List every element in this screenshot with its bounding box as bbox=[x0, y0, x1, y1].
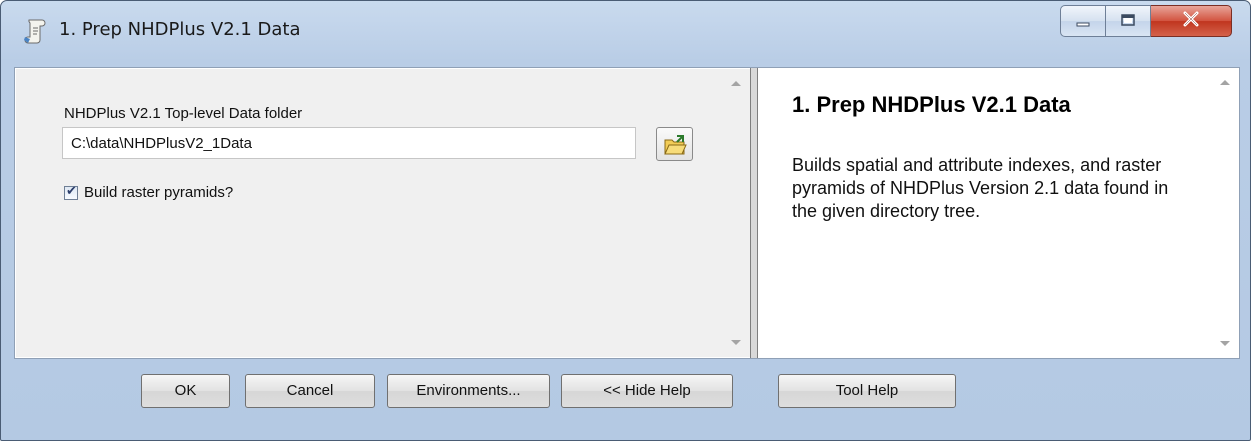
help-title: 1. Prep NHDPlus V2.1 Data bbox=[792, 92, 1071, 117]
dialog-content: NHDPlus V2.1 Top-level Data folder ✔ Bui… bbox=[14, 67, 1240, 359]
close-icon bbox=[1182, 11, 1200, 31]
button-bar: OK Cancel Environments... << Hide Help T… bbox=[1, 359, 1250, 439]
browse-folder-button[interactable] bbox=[656, 127, 693, 161]
help-description: Builds spatial and attribute indexes, an… bbox=[792, 155, 1169, 221]
help-scrollbar[interactable] bbox=[1211, 68, 1239, 358]
checkmark-icon: ✔ bbox=[66, 183, 77, 199]
window-title: 1. Prep NHDPlus V2.1 Data bbox=[59, 19, 301, 40]
tool-help-button[interactable]: Tool Help bbox=[778, 374, 956, 408]
minimize-icon bbox=[1075, 12, 1091, 31]
build-pyramids-option[interactable]: ✔ Build raster pyramids? bbox=[64, 184, 233, 201]
scroll-down-icon[interactable] bbox=[731, 340, 741, 345]
dialog-window: 1. Prep NHDPlus V2.1 Data NHDPlus V2.1 T… bbox=[0, 0, 1251, 441]
title-bar[interactable]: 1. Prep NHDPlus V2.1 Data bbox=[1, 1, 1250, 63]
scroll-up-icon[interactable] bbox=[731, 81, 741, 86]
hide-help-button[interactable]: << Hide Help bbox=[561, 374, 733, 408]
parameters-pane: NHDPlus V2.1 Top-level Data folder ✔ Bui… bbox=[16, 69, 750, 357]
parameters-scrollbar[interactable] bbox=[722, 69, 750, 357]
build-pyramids-checkbox[interactable]: ✔ bbox=[64, 183, 78, 200]
cancel-button[interactable]: Cancel bbox=[245, 374, 375, 408]
data-folder-label: NHDPlus V2.1 Top-level Data folder bbox=[64, 105, 303, 122]
script-tool-icon bbox=[23, 17, 49, 45]
ok-button[interactable]: OK bbox=[141, 374, 230, 408]
open-folder-icon bbox=[663, 134, 687, 160]
caption-buttons bbox=[1060, 5, 1232, 37]
environments-button[interactable]: Environments... bbox=[387, 374, 550, 408]
data-folder-input[interactable] bbox=[62, 127, 636, 159]
scroll-down-icon[interactable] bbox=[1220, 341, 1230, 346]
close-button[interactable] bbox=[1151, 5, 1232, 37]
build-pyramids-label: Build raster pyramids? bbox=[84, 184, 234, 201]
pane-splitter[interactable] bbox=[750, 68, 758, 358]
maximize-icon bbox=[1120, 12, 1136, 31]
help-pane: 1. Prep NHDPlus V2.1 Data Builds spatial… bbox=[758, 68, 1239, 358]
minimize-button[interactable] bbox=[1060, 5, 1106, 37]
maximize-button[interactable] bbox=[1106, 5, 1151, 37]
scroll-up-icon[interactable] bbox=[1220, 80, 1230, 85]
